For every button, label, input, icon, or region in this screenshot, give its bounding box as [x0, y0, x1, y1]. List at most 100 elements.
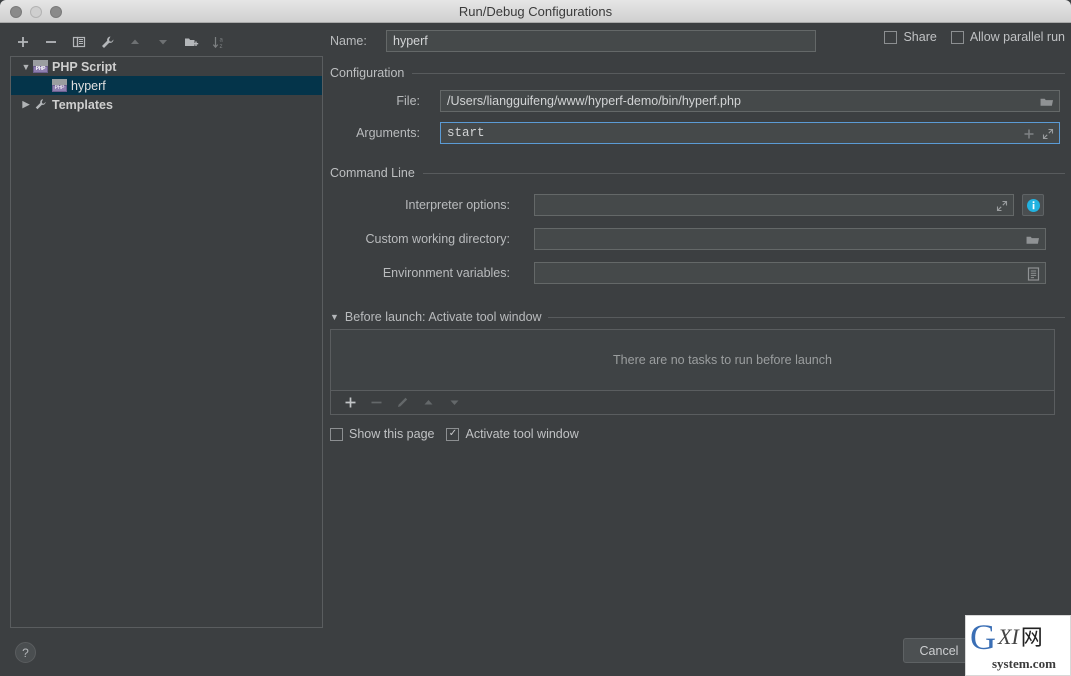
file-row: File: /Users/liangguifeng/www/hyperf-dem… — [330, 90, 1065, 112]
info-icon — [1026, 198, 1040, 212]
file-input[interactable]: /Users/liangguifeng/www/hyperf-demo/bin/… — [440, 90, 1060, 112]
working-directory-icons — [1026, 229, 1040, 249]
wrench-icon — [33, 98, 48, 111]
sort-az-icon: a z — [212, 36, 223, 50]
move-task-up-button[interactable] — [417, 393, 439, 413]
working-directory-input[interactable] — [534, 228, 1046, 250]
allow-parallel-run-checkbox[interactable]: Allow parallel run — [950, 30, 1065, 44]
copy-icon — [72, 36, 86, 48]
tree-item-templates[interactable]: ▶ Templates — [11, 95, 322, 114]
help-button[interactable]: ? — [15, 642, 36, 663]
php-icon: PHP — [52, 79, 67, 92]
command-line-group-title: Command Line — [330, 166, 415, 180]
file-input-value: /Users/liangguifeng/www/hyperf-demo/bin/… — [447, 94, 741, 108]
configurations-tree[interactable]: ▼ PHP PHP Script PHP hyperf ▶ Templates — [10, 56, 323, 628]
checkbox-box — [884, 30, 898, 44]
add-configuration-button[interactable] — [10, 31, 36, 53]
activate-tool-window-checkbox[interactable]: ✓ Activate tool window — [446, 427, 579, 441]
before-launch-task-list[interactable]: There are no tasks to run before launch — [330, 329, 1055, 391]
php-icon: PHP — [33, 60, 48, 73]
svg-text:a: a — [219, 37, 223, 43]
interpreter-options-info-button[interactable] — [1022, 194, 1044, 216]
watermark: G XI 网 system.com — [965, 615, 1071, 676]
before-launch-toolbar — [330, 391, 1055, 415]
command-line-group: Command Line Interpreter options: Custom… — [330, 166, 1065, 284]
chevron-down-icon[interactable]: ▼ — [19, 60, 33, 74]
before-launch-title: Before launch: Activate tool window — [344, 310, 542, 324]
expand-icon[interactable] — [996, 200, 1008, 212]
name-input-value: hyperf — [393, 34, 428, 48]
arguments-row: Arguments: start — [330, 122, 1065, 144]
working-directory-row: Custom working directory: — [330, 228, 1065, 250]
tree-item-hyperf[interactable]: PHP hyperf — [11, 76, 322, 95]
minus-icon — [371, 401, 381, 404]
svg-text:z: z — [219, 44, 222, 50]
expand-icon[interactable] — [1042, 128, 1054, 140]
divider — [422, 172, 1065, 174]
interpreter-options-icons — [996, 195, 1008, 215]
share-checkbox[interactable]: Share — [884, 30, 937, 44]
plus-icon[interactable] — [1023, 128, 1035, 140]
watermark-cjk: 网 — [1020, 626, 1043, 651]
configuration-form: Name: hyperf Share Allow parallel run Co… — [330, 30, 1065, 441]
sort-configurations-button[interactable]: a z — [206, 31, 232, 53]
copy-configuration-button[interactable] — [66, 31, 92, 53]
command-line-group-header: Command Line — [330, 166, 1065, 180]
interpreter-options-input[interactable] — [534, 194, 1014, 216]
chevron-right-icon[interactable]: ▶ — [19, 98, 33, 112]
plus-icon — [18, 37, 28, 47]
environment-variables-input[interactable] — [534, 262, 1046, 284]
name-input[interactable]: hyperf — [386, 30, 816, 52]
arrow-down-icon — [450, 400, 458, 405]
folder-add-icon — [184, 38, 198, 46]
tree-item-label: Templates — [52, 97, 113, 112]
arguments-input-icons — [1023, 123, 1054, 143]
arrow-up-icon — [131, 39, 139, 44]
list-icon[interactable] — [1027, 267, 1040, 281]
edit-templates-button[interactable] — [94, 31, 120, 53]
plus-icon — [345, 397, 355, 408]
minus-icon — [46, 41, 56, 43]
folder-icon[interactable] — [1040, 96, 1054, 108]
configurations-toolbar: a z — [10, 30, 320, 54]
chevron-down-icon[interactable]: ▼ — [330, 312, 339, 322]
tree-item-php-script[interactable]: ▼ PHP PHP Script — [11, 57, 322, 76]
folder-icon[interactable] — [1026, 234, 1040, 246]
show-this-page-checkbox[interactable]: Show this page — [330, 427, 434, 441]
checkbox-box-checked: ✓ — [446, 427, 460, 441]
interpreter-options-row: Interpreter options: — [330, 194, 1065, 216]
window-title: Run/Debug Configurations — [458, 4, 613, 19]
move-task-down-button[interactable] — [443, 393, 465, 413]
divider — [547, 316, 1065, 318]
environment-variables-label: Environment variables: — [382, 266, 510, 280]
watermark-g: G — [970, 617, 996, 657]
new-folder-button[interactable] — [178, 31, 204, 53]
tree-item-label: hyperf — [71, 78, 106, 93]
name-label: Name: — [330, 34, 367, 48]
arguments-input-value: start — [447, 126, 485, 140]
arrow-up-icon — [424, 400, 432, 405]
allow-parallel-run-label: Allow parallel run — [969, 30, 1065, 44]
watermark-domain: system.com — [992, 656, 1056, 671]
show-this-page-label: Show this page — [349, 427, 435, 441]
remove-task-button[interactable] — [365, 393, 387, 413]
configuration-group: Configuration File: /Users/liangguifeng/… — [330, 66, 1065, 144]
environment-variables-row: Environment variables: — [330, 262, 1065, 284]
arguments-label: Arguments: — [356, 126, 420, 140]
add-task-button[interactable] — [339, 393, 361, 413]
window-titlebar: Run/Debug Configurations — [0, 0, 1071, 23]
watermark-xi: XI — [998, 624, 1019, 649]
remove-configuration-button[interactable] — [38, 31, 64, 53]
run-debug-configurations-dialog: Run/Debug Configurations a z ▼ PHP PHP S… — [0, 0, 1071, 676]
edit-task-button[interactable] — [391, 393, 413, 413]
divider — [412, 72, 1065, 74]
checkbox-box — [950, 30, 964, 44]
arguments-input[interactable]: start — [440, 122, 1060, 144]
configuration-group-title: Configuration — [330, 66, 405, 80]
before-launch-header[interactable]: ▼ Before launch: Activate tool window — [330, 310, 1065, 324]
move-down-button[interactable] — [150, 31, 176, 53]
move-up-button[interactable] — [122, 31, 148, 53]
arrow-down-icon — [159, 40, 167, 45]
wrench-icon — [101, 35, 114, 48]
